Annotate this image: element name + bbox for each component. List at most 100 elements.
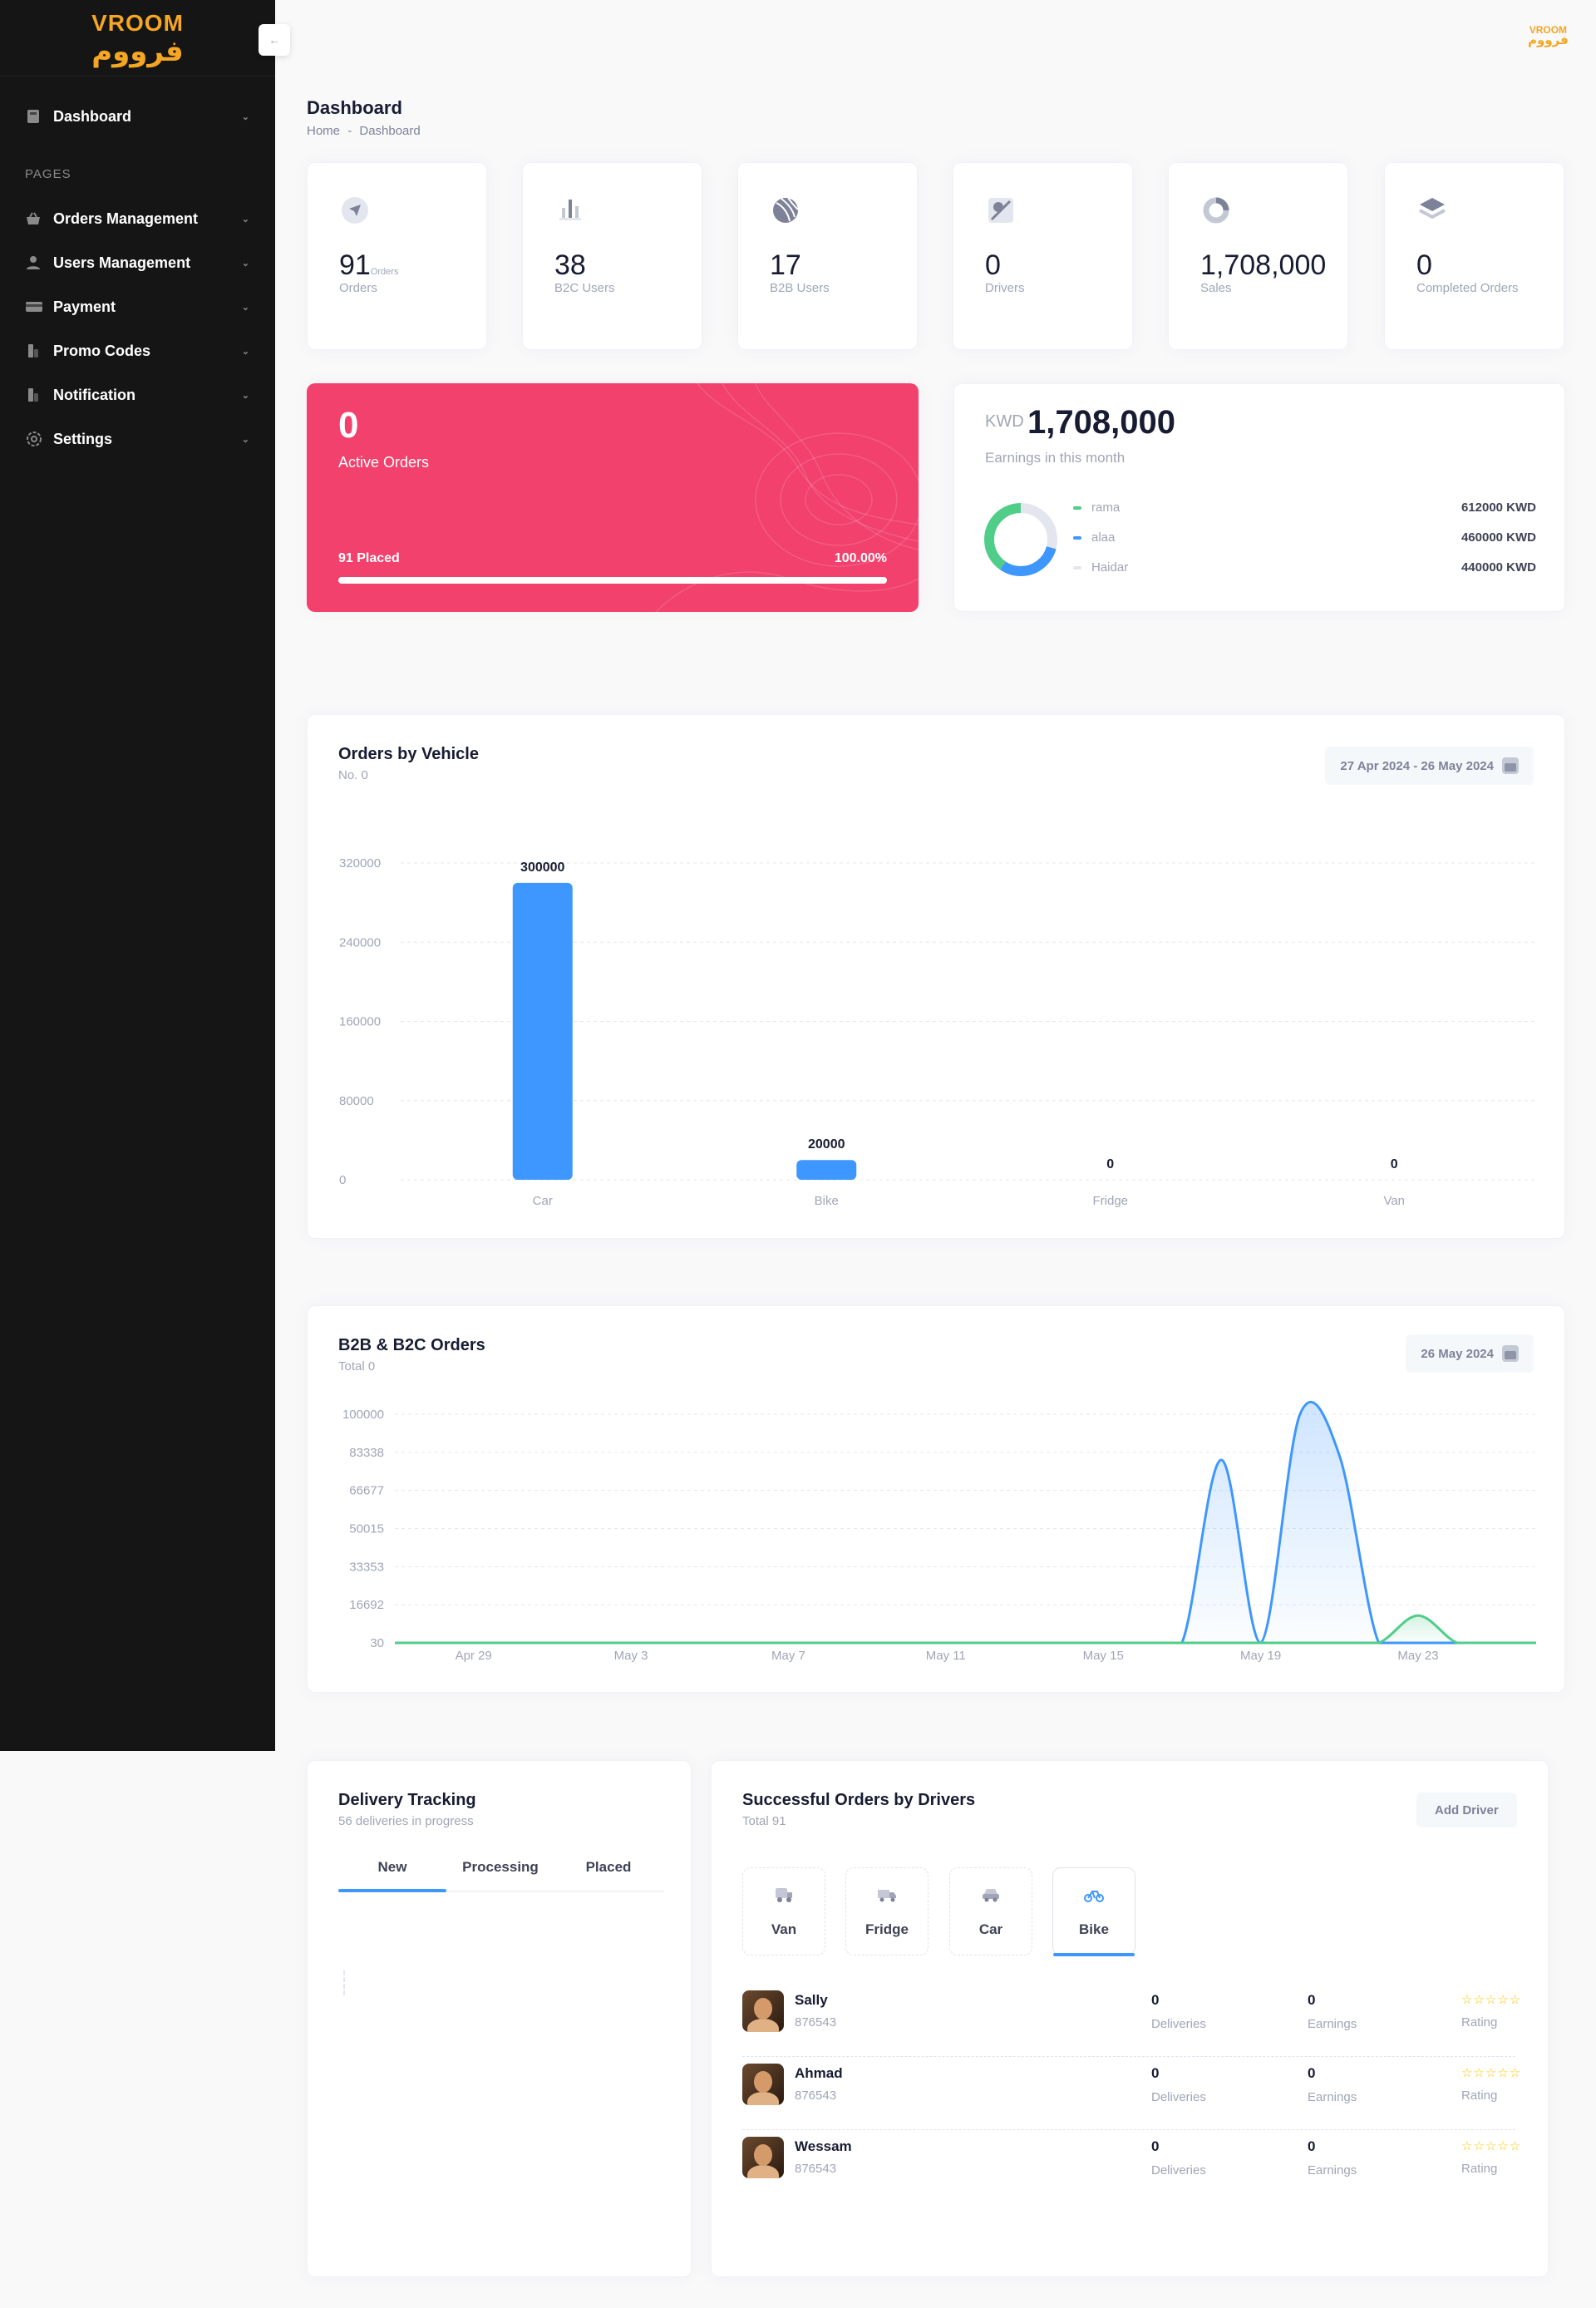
y-tick-label: 30 [370, 1636, 384, 1650]
chevron-down-icon: ⌄ [241, 346, 249, 357]
header-logo-ar: فرووم [1528, 32, 1569, 47]
b2b-b2c-card: B2B & B2C Orders Total 0 26 May 2024 30 1… [307, 1305, 1565, 1693]
stat-value: 38 [554, 249, 586, 281]
active-orders-progress [338, 577, 887, 584]
data-label: 0 [1106, 1157, 1114, 1171]
y-tick-label: 0 [339, 1173, 346, 1187]
basket-icon [25, 210, 53, 227]
sidebar-item-orders-management[interactable]: Orders Management ⌄ [25, 202, 249, 235]
sidebar-item-label: Dashboard [53, 107, 132, 125]
sidebar-item-payment[interactable]: Payment ⌄ [25, 290, 249, 323]
promo-icon [25, 343, 53, 359]
stat-value: 0 [1416, 249, 1432, 281]
earnings-value: 1,708,000 [1027, 404, 1175, 441]
table-row[interactable]: Sally 876543 0 Deliveries 0 Earnings ☆☆☆☆☆… [742, 1984, 1520, 2057]
vehicle-tab-van[interactable]: Van [742, 1867, 825, 1955]
table-row[interactable]: Wessam 876543 0 Deliveries 0 Earnings ☆☆☆☆… [742, 2130, 1520, 2203]
legend-dash [1073, 535, 1081, 540]
data-label: 0 [1391, 1157, 1398, 1171]
earnings-currency: KWD [985, 412, 1024, 431]
chevron-down-icon: ⌄ [241, 302, 249, 313]
user-icon [25, 254, 53, 271]
stat-card-sales[interactable]: 1,708,000 Sales [1168, 162, 1348, 350]
stat-card-drivers[interactable]: 0 Drivers [953, 162, 1133, 350]
bike-icon [1083, 1886, 1105, 1908]
earnings-donut [984, 503, 1057, 576]
active-orders-percent: 100.00% [834, 551, 887, 565]
stat-card-completed-orders[interactable]: 0 Completed Orders [1384, 162, 1564, 350]
sidebar-item-notification[interactable]: Notification ⌄ [25, 378, 249, 412]
star-rating: ☆☆☆☆☆ [1461, 1993, 1522, 2007]
y-tick-label: 33353 [349, 1560, 384, 1574]
progress-fill [338, 577, 887, 584]
delivery-tabs: New Processing Placed [338, 1849, 664, 1892]
brand-logo[interactable]: VROOM فرووم [0, 0, 275, 76]
delivery-tracking-card: Delivery Tracking 56 deliveries in progr… [307, 1760, 692, 2277]
b2b-b2c-chart: 30 16692 33353 50015 66677 83338 100000 Apr 29 M… [342, 1400, 1536, 1663]
driver-name: Wessam [795, 2138, 852, 2154]
sidebar-item-label: Settings [53, 430, 113, 447]
series-area-0 [395, 1402, 1536, 1643]
vehicle-tab-fridge[interactable]: Fridge [845, 1867, 929, 1955]
truck-icon [876, 1886, 898, 1908]
active-orders-card[interactable]: 0 Active Orders 91 Placed 100.00% [307, 383, 919, 612]
x-tick-label: May 7 [771, 1649, 805, 1663]
star-rating: ☆☆☆☆☆ [1461, 2066, 1522, 2080]
driver-deliveries: 0 Deliveries [1151, 2065, 1206, 2104]
car-icon [980, 1886, 1002, 1908]
drivers-card: Successful Orders by Drivers Total 91 Ad… [711, 1760, 1549, 2277]
sidebar-item-dashboard[interactable]: Dashboard ⌄ [25, 100, 249, 133]
x-tick-label: Bike [815, 1194, 839, 1208]
tab-new[interactable]: New [338, 1849, 446, 1892]
avatar [742, 2137, 784, 2178]
earnings-legend-row: rama 612000 KWD [1073, 501, 1536, 515]
table-row[interactable]: Ahmad 876543 0 Deliveries 0 Earnings ☆☆☆☆☆… [742, 2057, 1520, 2130]
avatar [742, 2064, 784, 2105]
chevron-down-icon: ⌄ [241, 258, 249, 269]
driver-rating: ☆☆☆☆☆ Rating [1461, 2139, 1522, 2176]
x-tick-label: May 23 [1397, 1649, 1438, 1663]
sidebar-item-settings[interactable]: Settings ⌄ [25, 422, 249, 456]
stat-card-orders[interactable]: 91Orders Orders [307, 162, 487, 350]
vehicle-tab-bike[interactable]: Bike [1052, 1867, 1135, 1956]
add-driver-button[interactable]: Add Driver [1416, 1793, 1517, 1827]
tab-placed[interactable]: Placed [554, 1849, 663, 1891]
timeline-line [343, 1970, 345, 1995]
breadcrumb-separator: - [347, 124, 352, 138]
sidebar-item-users-management[interactable]: Users Management ⌄ [25, 246, 249, 279]
card-subtitle: 56 deliveries in progress [338, 1814, 474, 1828]
data-label: 20000 [808, 1137, 845, 1152]
active-orders-value: 0 [338, 405, 359, 446]
y-tick-label: 320000 [339, 856, 381, 870]
page-title: Dashboard [307, 97, 402, 118]
bar-car[interactable] [512, 882, 573, 1180]
star-rating: ☆☆☆☆☆ [1461, 2139, 1522, 2153]
bar-bike[interactable] [796, 1160, 857, 1180]
stat-card-b2c-users[interactable]: 38 B2C Users [522, 162, 702, 350]
vehicle-tab-car[interactable]: Car [949, 1867, 1032, 1955]
notification-icon [25, 387, 53, 403]
sidebar-toggle-button[interactable]: ← [259, 24, 290, 56]
stat-card-b2b-users[interactable]: 17 B2B Users [737, 162, 918, 350]
brand-name-ar: فرووم [91, 34, 184, 68]
brand-name-en: VROOM [91, 9, 184, 36]
chevron-down-icon: ⌄ [241, 214, 249, 224]
legend-dash [1073, 505, 1081, 510]
x-tick-label: Car [533, 1194, 553, 1208]
x-tick-label: Van [1383, 1194, 1405, 1208]
breadcrumb-home[interactable]: Home [307, 124, 340, 138]
ring-icon [1200, 195, 1232, 230]
credit-card-icon [25, 300, 53, 313]
card-subtitle: Total 91 [742, 1814, 786, 1828]
header-logo[interactable]: VROOM فرووم [1528, 25, 1569, 47]
y-tick-label: 16692 [349, 1598, 384, 1612]
van-icon [773, 1886, 795, 1908]
driver-name: Sally [795, 1992, 828, 2008]
stat-label: Completed Orders [1416, 281, 1519, 295]
layers-icon [1416, 195, 1448, 230]
tab-processing[interactable]: Processing [446, 1849, 554, 1891]
sidebar-item-promo-codes[interactable]: Promo Codes ⌄ [25, 334, 249, 367]
chevron-down-icon: ⌄ [241, 111, 249, 122]
driver-rating: ☆☆☆☆☆ Rating [1461, 2066, 1522, 2103]
basketball-icon [770, 195, 801, 230]
